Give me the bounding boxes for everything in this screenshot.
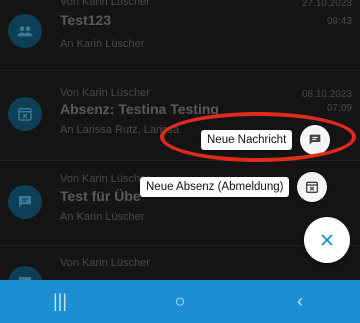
list-item[interactable]: Von Karin Lüscher Test123 An Karin Lüsch…	[0, 0, 360, 70]
new-absence-action[interactable]: Neue Absenz (Abmeldung)	[140, 172, 328, 202]
message-recipient: An Larissa Rutz, Larissa	[60, 124, 180, 136]
chat-icon	[8, 185, 42, 219]
new-absence-label[interactable]: Neue Absenz (Abmeldung)	[140, 177, 290, 197]
message-date: 08.10.2023	[301, 89, 352, 100]
home-button[interactable]: ○	[150, 291, 210, 312]
message-subject: Absenz: Testina Testing	[60, 101, 219, 117]
back-button[interactable]: ‹	[270, 291, 330, 312]
message-subject: Test123	[60, 12, 112, 28]
recents-button[interactable]: |||	[30, 291, 90, 312]
chat-icon	[8, 266, 42, 280]
message-date: 27.10.2023	[301, 0, 352, 9]
message-sender: Von Karin Lüscher	[60, 87, 150, 99]
message-subject: Test für Übe	[60, 188, 141, 204]
message-recipient: An Karin Lüscher	[60, 211, 145, 223]
message-sender: Von Karin Lüscher	[60, 257, 150, 269]
new-message-action[interactable]: Neue Nachricht	[201, 125, 331, 155]
message-time: 09:43	[326, 16, 352, 27]
message-recipient: An Karin Lüscher	[60, 38, 145, 50]
close-fab-button[interactable]	[304, 217, 350, 263]
close-icon	[321, 234, 333, 246]
system-nav-bar: ||| ○ ‹	[0, 280, 360, 323]
new-message-icon[interactable]	[300, 125, 331, 155]
new-message-label[interactable]: Neue Nachricht	[201, 130, 293, 150]
calendar-x-icon[interactable]	[297, 172, 328, 202]
message-sender: Von Karin Lüscher	[60, 0, 150, 8]
message-sender: Von Karin Lüscher	[60, 173, 150, 185]
calendar-x-icon	[8, 97, 42, 131]
group-icon	[8, 14, 42, 48]
message-time: 07:09	[326, 103, 352, 114]
